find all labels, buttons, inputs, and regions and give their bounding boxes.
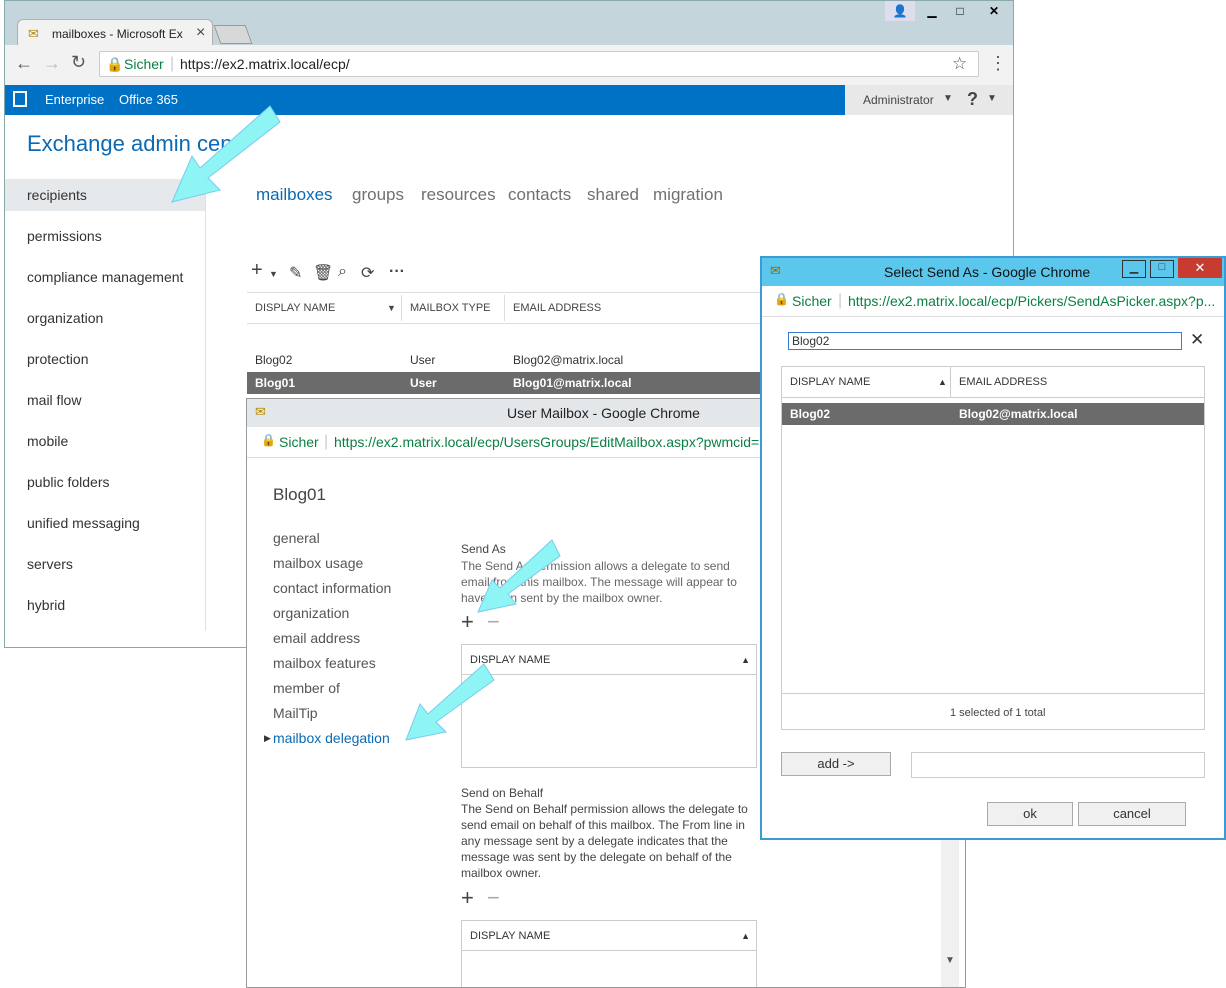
annotation-arrow-delegation xyxy=(405,663,495,741)
annotation-arrow-send-as-add xyxy=(477,539,561,613)
annotation-arrows xyxy=(171,105,561,741)
annotation-arrow-recipients xyxy=(171,105,281,203)
